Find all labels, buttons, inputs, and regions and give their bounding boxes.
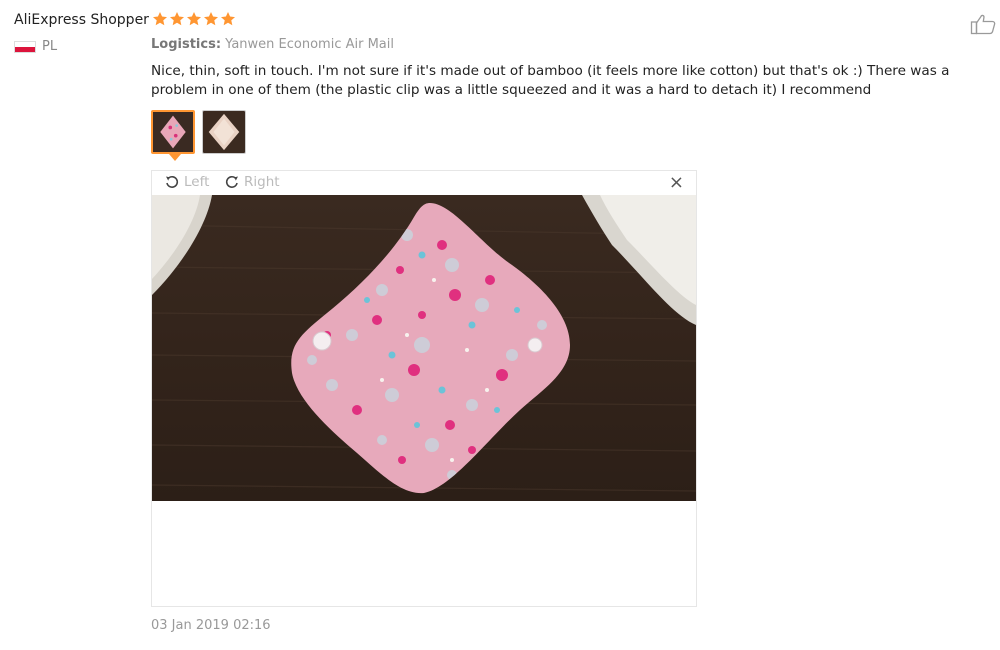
star-icon [221,12,235,26]
review-date: 03 Jan 2019 02:16 [151,618,271,633]
star-icon [187,12,201,26]
rotate-left-icon [166,175,179,188]
reviewer-name: AliExpress Shopper [14,12,149,28]
active-thumbnail-indicator [169,154,181,161]
review-photo-thumbnails [151,110,246,154]
close-icon[interactable]: × [669,174,684,192]
logistics-label: Logistics: [151,37,222,52]
photo-viewer-toolbar: Left Right × [152,171,696,195]
logistics-info: Logistics: Yanwen Economic Air Mail [151,37,394,52]
review-text: Nice, thin, soft in touch. I'm not sure … [151,63,950,98]
star-icon [153,12,167,26]
poland-flag-icon [14,40,36,53]
rotate-right-icon [225,175,238,188]
rotate-left-button[interactable]: Left [164,174,209,190]
star-icon [204,12,218,26]
review-photo [152,195,696,501]
thumbs-up-icon[interactable] [970,13,998,35]
photo-viewer: Left Right × [151,170,697,607]
star-rating [152,11,236,27]
star-icon [170,12,184,26]
country-code: PL [42,39,58,54]
rotate-right-button[interactable]: Right [224,174,280,190]
review-photo-thumbnail[interactable] [151,110,195,154]
reviewer-country: PL [14,39,57,54]
rotate-right-label: Right [244,174,280,190]
rotate-left-label: Left [184,174,210,190]
logistics-value: Yanwen Economic Air Mail [225,37,394,52]
review-photo-thumbnail[interactable] [202,110,246,154]
